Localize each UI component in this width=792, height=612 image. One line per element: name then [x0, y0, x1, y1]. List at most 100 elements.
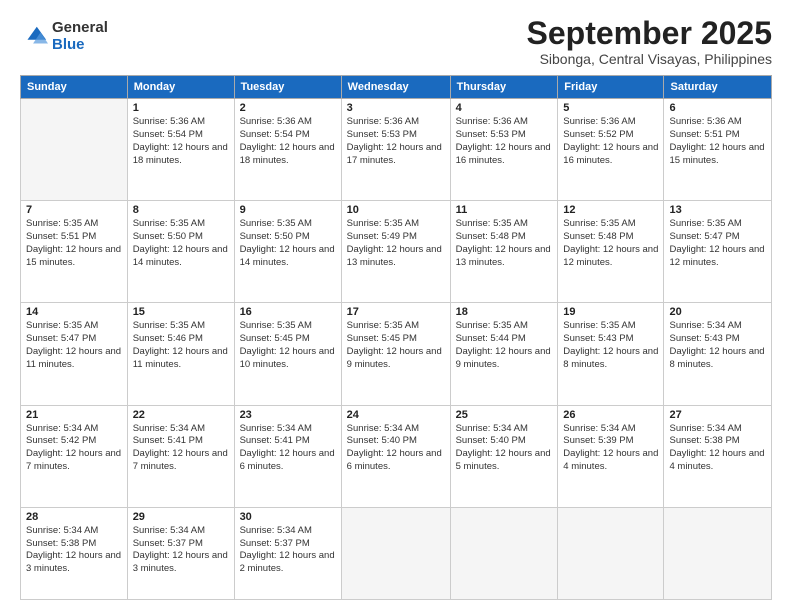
day-number: 19	[563, 306, 658, 318]
day-info: Sunrise: 5:34 AM Sunset: 5:38 PM Dayligh…	[669, 423, 766, 474]
day-info: Sunrise: 5:35 AM Sunset: 5:48 PM Dayligh…	[456, 218, 553, 269]
table-row: 5 Sunrise: 5:36 AM Sunset: 5:52 PM Dayli…	[558, 99, 664, 201]
table-row	[21, 99, 128, 201]
day-number: 6	[669, 102, 766, 114]
day-number: 18	[456, 306, 553, 318]
day-number: 8	[133, 204, 229, 216]
table-row: 14 Sunrise: 5:35 AM Sunset: 5:47 PM Dayl…	[21, 303, 128, 405]
page: General Blue September 2025 Sibonga, Cen…	[0, 0, 792, 612]
table-row: 12 Sunrise: 5:35 AM Sunset: 5:48 PM Dayl…	[558, 201, 664, 303]
table-row: 19 Sunrise: 5:35 AM Sunset: 5:43 PM Dayl…	[558, 303, 664, 405]
day-info: Sunrise: 5:34 AM Sunset: 5:43 PM Dayligh…	[669, 320, 766, 371]
col-saturday: Saturday	[664, 76, 772, 99]
calendar-body: 1 Sunrise: 5:36 AM Sunset: 5:54 PM Dayli…	[21, 99, 772, 600]
location: Sibonga, Central Visayas, Philippines	[527, 51, 772, 67]
day-info: Sunrise: 5:35 AM Sunset: 5:48 PM Dayligh…	[563, 218, 658, 269]
day-number: 2	[240, 102, 336, 114]
day-number: 28	[26, 511, 122, 523]
table-row: 1 Sunrise: 5:36 AM Sunset: 5:54 PM Dayli…	[127, 99, 234, 201]
day-number: 7	[26, 204, 122, 216]
day-number: 5	[563, 102, 658, 114]
table-row: 29 Sunrise: 5:34 AM Sunset: 5:37 PM Dayl…	[127, 507, 234, 599]
day-number: 30	[240, 511, 336, 523]
day-info: Sunrise: 5:36 AM Sunset: 5:51 PM Dayligh…	[669, 116, 766, 167]
day-number: 27	[669, 409, 766, 421]
table-row: 7 Sunrise: 5:35 AM Sunset: 5:51 PM Dayli…	[21, 201, 128, 303]
month-title: September 2025	[527, 16, 772, 51]
day-number: 12	[563, 204, 658, 216]
day-info: Sunrise: 5:35 AM Sunset: 5:51 PM Dayligh…	[26, 218, 122, 269]
day-number: 29	[133, 511, 229, 523]
table-row: 25 Sunrise: 5:34 AM Sunset: 5:40 PM Dayl…	[450, 405, 558, 507]
logo: General Blue	[20, 20, 108, 53]
table-row: 13 Sunrise: 5:35 AM Sunset: 5:47 PM Dayl…	[664, 201, 772, 303]
table-row: 17 Sunrise: 5:35 AM Sunset: 5:45 PM Dayl…	[341, 303, 450, 405]
day-number: 22	[133, 409, 229, 421]
calendar-table: Sunday Monday Tuesday Wednesday Thursday…	[20, 75, 772, 600]
day-info: Sunrise: 5:34 AM Sunset: 5:40 PM Dayligh…	[456, 423, 553, 474]
day-info: Sunrise: 5:35 AM Sunset: 5:50 PM Dayligh…	[133, 218, 229, 269]
day-number: 23	[240, 409, 336, 421]
table-row: 18 Sunrise: 5:35 AM Sunset: 5:44 PM Dayl…	[450, 303, 558, 405]
logo-blue-text: Blue	[52, 37, 108, 54]
day-info: Sunrise: 5:35 AM Sunset: 5:50 PM Dayligh…	[240, 218, 336, 269]
day-number: 20	[669, 306, 766, 318]
table-row: 20 Sunrise: 5:34 AM Sunset: 5:43 PM Dayl…	[664, 303, 772, 405]
day-info: Sunrise: 5:34 AM Sunset: 5:37 PM Dayligh…	[133, 525, 229, 576]
day-info: Sunrise: 5:35 AM Sunset: 5:43 PM Dayligh…	[563, 320, 658, 371]
day-info: Sunrise: 5:34 AM Sunset: 5:37 PM Dayligh…	[240, 525, 336, 576]
day-number: 26	[563, 409, 658, 421]
day-number: 1	[133, 102, 229, 114]
day-info: Sunrise: 5:35 AM Sunset: 5:47 PM Dayligh…	[26, 320, 122, 371]
day-info: Sunrise: 5:35 AM Sunset: 5:49 PM Dayligh…	[347, 218, 445, 269]
table-row: 24 Sunrise: 5:34 AM Sunset: 5:40 PM Dayl…	[341, 405, 450, 507]
col-thursday: Thursday	[450, 76, 558, 99]
table-row: 26 Sunrise: 5:34 AM Sunset: 5:39 PM Dayl…	[558, 405, 664, 507]
day-info: Sunrise: 5:36 AM Sunset: 5:53 PM Dayligh…	[347, 116, 445, 167]
header: General Blue September 2025 Sibonga, Cen…	[20, 16, 772, 67]
table-row: 27 Sunrise: 5:34 AM Sunset: 5:38 PM Dayl…	[664, 405, 772, 507]
day-number: 9	[240, 204, 336, 216]
day-number: 13	[669, 204, 766, 216]
table-row: 21 Sunrise: 5:34 AM Sunset: 5:42 PM Dayl…	[21, 405, 128, 507]
day-number: 3	[347, 102, 445, 114]
table-row: 23 Sunrise: 5:34 AM Sunset: 5:41 PM Dayl…	[234, 405, 341, 507]
day-info: Sunrise: 5:34 AM Sunset: 5:42 PM Dayligh…	[26, 423, 122, 474]
col-sunday: Sunday	[21, 76, 128, 99]
day-number: 21	[26, 409, 122, 421]
table-row	[558, 507, 664, 599]
day-info: Sunrise: 5:34 AM Sunset: 5:41 PM Dayligh…	[240, 423, 336, 474]
day-info: Sunrise: 5:34 AM Sunset: 5:40 PM Dayligh…	[347, 423, 445, 474]
col-monday: Monday	[127, 76, 234, 99]
day-info: Sunrise: 5:36 AM Sunset: 5:52 PM Dayligh…	[563, 116, 658, 167]
table-row: 28 Sunrise: 5:34 AM Sunset: 5:38 PM Dayl…	[21, 507, 128, 599]
logo-general-text: General	[52, 20, 108, 37]
table-row: 16 Sunrise: 5:35 AM Sunset: 5:45 PM Dayl…	[234, 303, 341, 405]
table-row: 4 Sunrise: 5:36 AM Sunset: 5:53 PM Dayli…	[450, 99, 558, 201]
table-row	[450, 507, 558, 599]
table-row: 3 Sunrise: 5:36 AM Sunset: 5:53 PM Dayli…	[341, 99, 450, 201]
table-row	[664, 507, 772, 599]
table-row: 22 Sunrise: 5:34 AM Sunset: 5:41 PM Dayl…	[127, 405, 234, 507]
day-number: 4	[456, 102, 553, 114]
day-info: Sunrise: 5:35 AM Sunset: 5:45 PM Dayligh…	[347, 320, 445, 371]
day-info: Sunrise: 5:36 AM Sunset: 5:54 PM Dayligh…	[133, 116, 229, 167]
day-number: 16	[240, 306, 336, 318]
day-info: Sunrise: 5:34 AM Sunset: 5:38 PM Dayligh…	[26, 525, 122, 576]
col-wednesday: Wednesday	[341, 76, 450, 99]
table-row: 6 Sunrise: 5:36 AM Sunset: 5:51 PM Dayli…	[664, 99, 772, 201]
day-number: 24	[347, 409, 445, 421]
title-block: September 2025 Sibonga, Central Visayas,…	[527, 16, 772, 67]
day-number: 11	[456, 204, 553, 216]
table-row: 10 Sunrise: 5:35 AM Sunset: 5:49 PM Dayl…	[341, 201, 450, 303]
day-info: Sunrise: 5:36 AM Sunset: 5:54 PM Dayligh…	[240, 116, 336, 167]
col-friday: Friday	[558, 76, 664, 99]
day-info: Sunrise: 5:35 AM Sunset: 5:46 PM Dayligh…	[133, 320, 229, 371]
day-info: Sunrise: 5:35 AM Sunset: 5:45 PM Dayligh…	[240, 320, 336, 371]
table-row: 11 Sunrise: 5:35 AM Sunset: 5:48 PM Dayl…	[450, 201, 558, 303]
day-number: 25	[456, 409, 553, 421]
day-info: Sunrise: 5:35 AM Sunset: 5:47 PM Dayligh…	[669, 218, 766, 269]
day-info: Sunrise: 5:35 AM Sunset: 5:44 PM Dayligh…	[456, 320, 553, 371]
day-info: Sunrise: 5:36 AM Sunset: 5:53 PM Dayligh…	[456, 116, 553, 167]
day-info: Sunrise: 5:34 AM Sunset: 5:41 PM Dayligh…	[133, 423, 229, 474]
